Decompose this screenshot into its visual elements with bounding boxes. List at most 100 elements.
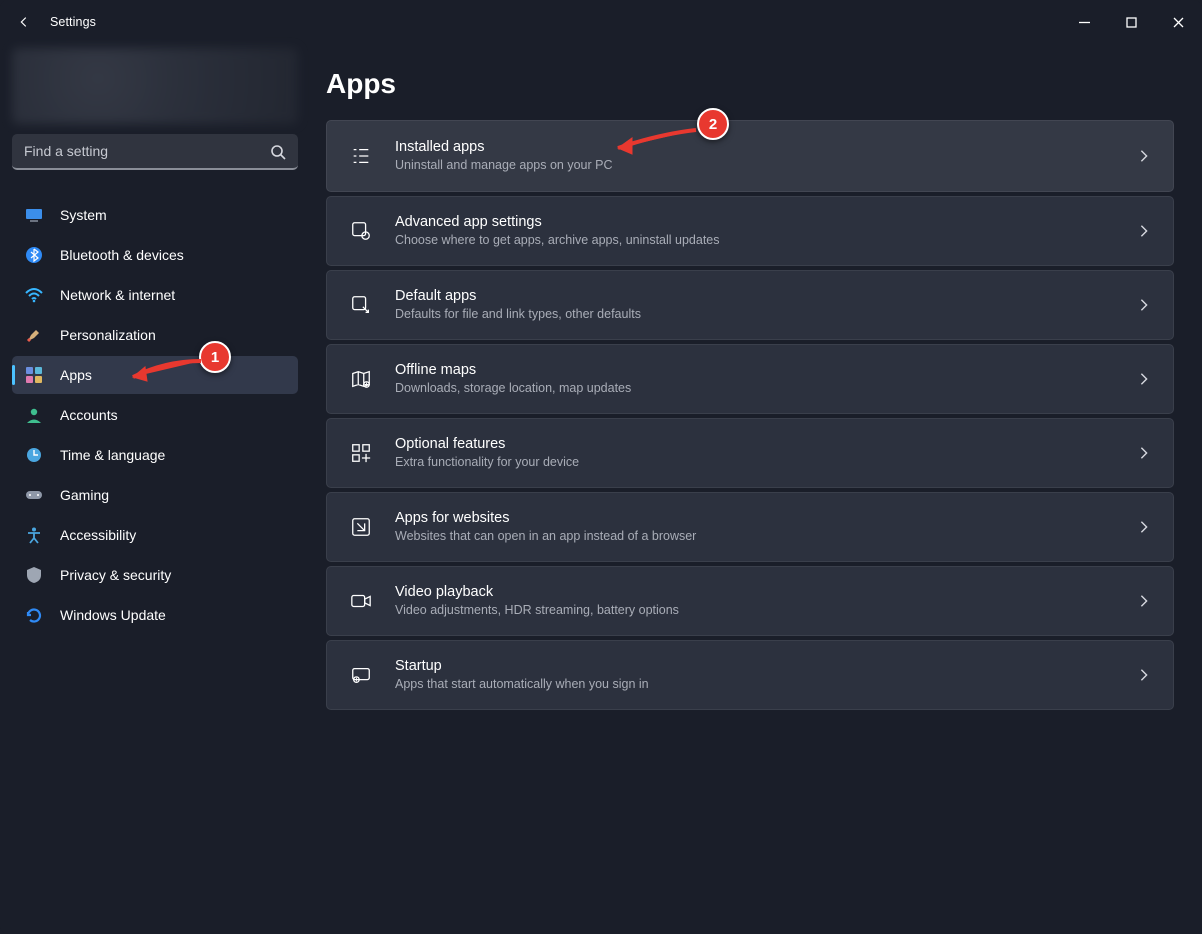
clock-globe-icon: [24, 445, 44, 465]
card-text: Optional features Extra functionality fo…: [395, 435, 579, 471]
chevron-right-icon: [1137, 668, 1151, 682]
apps-icon: [24, 365, 44, 385]
card-title: Offline maps: [395, 361, 631, 379]
back-button[interactable]: [4, 2, 44, 42]
shield-icon: [24, 565, 44, 585]
card-title: Advanced app settings: [395, 213, 720, 231]
sidebar-item-accessibility[interactable]: Accessibility: [12, 516, 298, 554]
card-optional-features[interactable]: Optional features Extra functionality fo…: [326, 418, 1174, 488]
chevron-right-icon: [1137, 446, 1151, 460]
card-title: Optional features: [395, 435, 579, 453]
card-title: Video playback: [395, 583, 679, 601]
sidebar-item-label: Accessibility: [60, 527, 136, 543]
card-sub: Websites that can open in an app instead…: [395, 529, 696, 545]
window-title: Settings: [44, 15, 96, 29]
sidebar-item-time-language[interactable]: Time & language: [12, 436, 298, 474]
brush-icon: [24, 325, 44, 345]
sidebar-item-privacy[interactable]: Privacy & security: [12, 556, 298, 594]
chevron-right-icon: [1137, 520, 1151, 534]
card-video-playback[interactable]: Video playback Video adjustments, HDR st…: [326, 566, 1174, 636]
nav-list: System Bluetooth & devices Network & int…: [12, 196, 298, 634]
sidebar-item-label: Network & internet: [60, 287, 175, 303]
sidebar-item-system[interactable]: System: [12, 196, 298, 234]
sidebar-item-label: Privacy & security: [60, 567, 171, 583]
advanced-settings-icon: [349, 219, 373, 243]
card-text: Offline maps Downloads, storage location…: [395, 361, 631, 397]
card-installed-apps[interactable]: Installed apps Uninstall and manage apps…: [326, 120, 1174, 192]
installed-apps-icon: [349, 144, 373, 168]
chevron-right-icon: [1137, 372, 1151, 386]
chevron-right-icon: [1137, 224, 1151, 238]
sidebar-item-label: Time & language: [60, 447, 165, 463]
minimize-button[interactable]: [1061, 6, 1108, 38]
card-text: Apps for websites Websites that can open…: [395, 509, 696, 545]
arrow-left-icon: [17, 15, 31, 29]
search-wrap: [12, 134, 298, 170]
card-text: Advanced app settings Choose where to ge…: [395, 213, 720, 249]
sidebar-item-label: Personalization: [60, 327, 156, 343]
chevron-right-icon: [1137, 298, 1151, 312]
sidebar-item-network[interactable]: Network & internet: [12, 276, 298, 314]
default-apps-icon: [349, 293, 373, 317]
card-text: Startup Apps that start automatically wh…: [395, 657, 649, 693]
person-icon: [24, 405, 44, 425]
card-apps-for-websites[interactable]: Apps for websites Websites that can open…: [326, 492, 1174, 562]
sidebar-item-label: Windows Update: [60, 607, 166, 623]
close-button[interactable]: [1155, 6, 1202, 38]
card-text: Video playback Video adjustments, HDR st…: [395, 583, 679, 619]
sidebar-item-label: Bluetooth & devices: [60, 247, 184, 263]
card-startup[interactable]: Startup Apps that start automatically wh…: [326, 640, 1174, 710]
chevron-right-icon: [1137, 149, 1151, 163]
gamepad-icon: [24, 485, 44, 505]
card-text: Installed apps Uninstall and manage apps…: [395, 138, 613, 174]
card-offline-maps[interactable]: Offline maps Downloads, storage location…: [326, 344, 1174, 414]
title-bar: Settings: [0, 0, 1202, 44]
sidebar-item-label: System: [60, 207, 107, 223]
card-sub: Choose where to get apps, archive apps, …: [395, 233, 720, 249]
main-content: Apps Installed apps Uninstall and manage…: [310, 44, 1202, 934]
page-title: Apps: [326, 68, 1174, 100]
sidebar-item-personalization[interactable]: Personalization: [12, 316, 298, 354]
card-sub: Uninstall and manage apps on your PC: [395, 158, 613, 174]
optional-features-icon: [349, 441, 373, 465]
wifi-icon: [24, 285, 44, 305]
maximize-button[interactable]: [1108, 6, 1155, 38]
sidebar: System Bluetooth & devices Network & int…: [0, 44, 310, 934]
accessibility-icon: [24, 525, 44, 545]
card-sub: Defaults for file and link types, other …: [395, 307, 641, 323]
card-title: Default apps: [395, 287, 641, 305]
window-controls: [1061, 6, 1202, 38]
startup-icon: [349, 663, 373, 687]
apps-websites-icon: [349, 515, 373, 539]
sidebar-item-gaming[interactable]: Gaming: [12, 476, 298, 514]
sidebar-item-label: Accounts: [60, 407, 118, 423]
card-default-apps[interactable]: Default apps Defaults for file and link …: [326, 270, 1174, 340]
chevron-right-icon: [1137, 594, 1151, 608]
user-account-block[interactable]: [12, 48, 298, 124]
settings-card-list: Installed apps Uninstall and manage apps…: [326, 120, 1174, 710]
update-icon: [24, 605, 44, 625]
video-icon: [349, 589, 373, 613]
minimize-icon: [1079, 17, 1090, 28]
card-sub: Extra functionality for your device: [395, 455, 579, 471]
map-icon: [349, 367, 373, 391]
card-sub: Apps that start automatically when you s…: [395, 677, 649, 693]
sidebar-item-windows-update[interactable]: Windows Update: [12, 596, 298, 634]
card-title: Apps for websites: [395, 509, 696, 527]
sidebar-item-label: Apps: [60, 367, 92, 383]
card-sub: Downloads, storage location, map updates: [395, 381, 631, 397]
search-icon: [270, 144, 286, 160]
sidebar-item-apps[interactable]: Apps: [12, 356, 298, 394]
card-sub: Video adjustments, HDR streaming, batter…: [395, 603, 679, 619]
sidebar-item-accounts[interactable]: Accounts: [12, 396, 298, 434]
system-icon: [24, 205, 44, 225]
maximize-icon: [1126, 17, 1137, 28]
search-input[interactable]: [12, 134, 298, 170]
card-title: Installed apps: [395, 138, 613, 156]
sidebar-item-label: Gaming: [60, 487, 109, 503]
card-title: Startup: [395, 657, 649, 675]
bluetooth-icon: [24, 245, 44, 265]
sidebar-item-bluetooth[interactable]: Bluetooth & devices: [12, 236, 298, 274]
card-advanced-app-settings[interactable]: Advanced app settings Choose where to ge…: [326, 196, 1174, 266]
close-icon: [1173, 17, 1184, 28]
